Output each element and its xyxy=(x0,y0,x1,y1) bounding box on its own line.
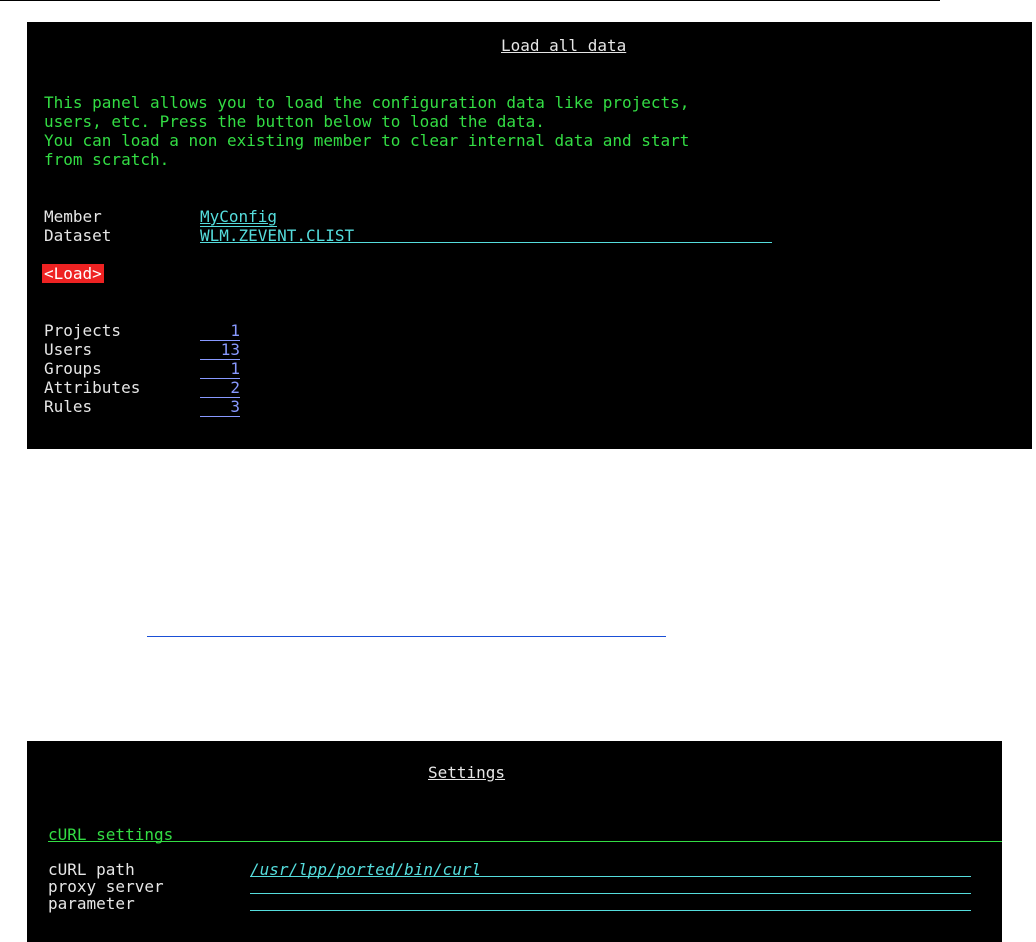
curl-section-rule xyxy=(48,841,1002,842)
proxy-server-underline xyxy=(250,893,971,894)
settings-title: Settings xyxy=(428,763,506,782)
rules-count: 3 xyxy=(200,397,240,417)
rules-label: Rules xyxy=(44,397,93,416)
description-line-3: You can load a non existing member to cl… xyxy=(44,131,690,150)
parameter-underline xyxy=(250,910,971,911)
groups-label: Groups xyxy=(44,359,102,378)
users-count: 13 xyxy=(200,340,240,360)
description-line-1: This panel allows you to load the config… xyxy=(44,93,690,112)
projects-label: Projects xyxy=(44,321,122,340)
load-button[interactable]: <Load> xyxy=(42,264,104,283)
top-divider xyxy=(0,0,940,1)
member-input[interactable]: MyConfig xyxy=(200,207,278,227)
description-line-2: users, etc. Press the button below to lo… xyxy=(44,112,545,131)
settings-panel: Settings cURL settings cURL path /usr/lp… xyxy=(27,741,1002,942)
member-label: Member xyxy=(44,207,102,226)
attributes-label: Attributes xyxy=(44,378,141,397)
curl-path-label: cURL path xyxy=(48,860,135,879)
groups-count: 1 xyxy=(200,359,240,379)
dataset-label: Dataset xyxy=(44,226,112,245)
curl-path-underline xyxy=(250,876,971,877)
load-all-data-panel: Load all data This panel allows you to l… xyxy=(27,22,1032,449)
parameter-input[interactable] xyxy=(250,895,971,910)
proxy-server-label: proxy server xyxy=(48,877,164,896)
description-line-4: from scratch. xyxy=(44,150,170,169)
dataset-input-underline xyxy=(200,242,772,243)
panel-title: Load all data xyxy=(501,36,627,55)
parameter-label: parameter xyxy=(48,894,135,913)
hyperlink-underline xyxy=(147,636,666,637)
projects-count: 1 xyxy=(200,321,240,341)
proxy-server-input[interactable] xyxy=(250,878,971,893)
attributes-count: 2 xyxy=(200,378,240,398)
users-label: Users xyxy=(44,340,93,359)
